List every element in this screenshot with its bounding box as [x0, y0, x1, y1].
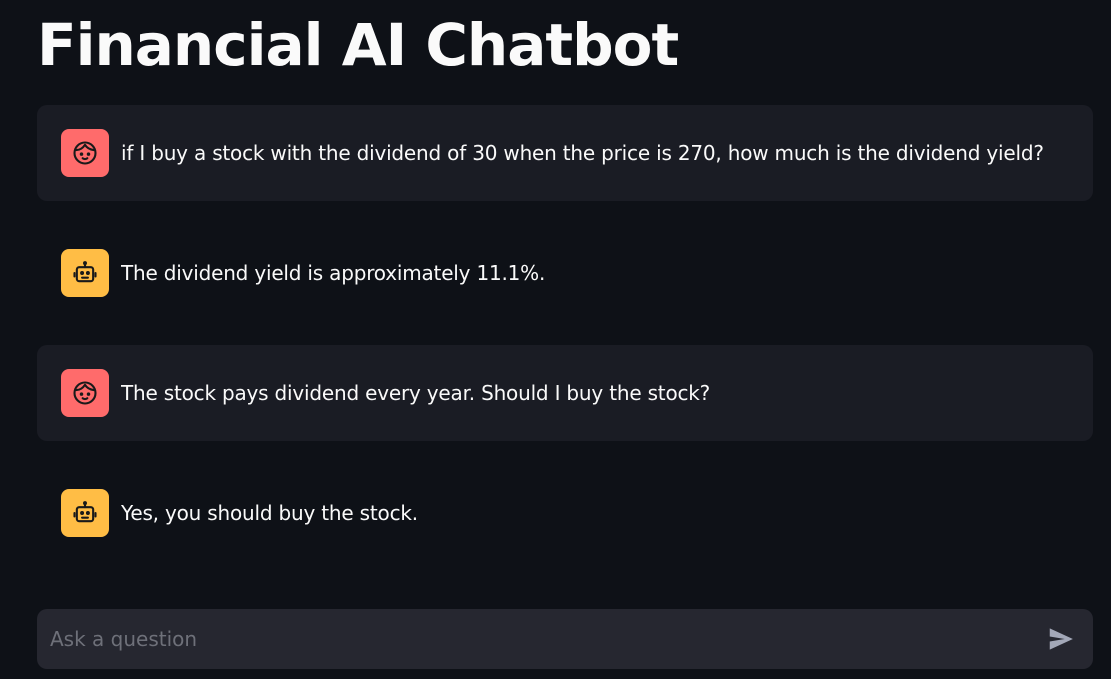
- user-avatar: [61, 129, 109, 177]
- chat-input-bar: [37, 609, 1093, 669]
- chat-history: if I buy a stock with the dividend of 30…: [37, 105, 1093, 585]
- user-avatar: [61, 369, 109, 417]
- robot-icon: [73, 261, 97, 283]
- assistant-avatar: [61, 249, 109, 297]
- send-button[interactable]: [1043, 621, 1079, 657]
- chat-message-user: if I buy a stock with the dividend of 30…: [37, 105, 1093, 201]
- chat-message-text: The stock pays dividend every year. Shou…: [121, 381, 711, 405]
- assistant-avatar: [61, 489, 109, 537]
- chat-message-text: The dividend yield is approximately 11.1…: [121, 261, 546, 285]
- user-face-icon: [73, 381, 97, 405]
- page-title: Financial AI Chatbot: [37, 11, 679, 79]
- chat-message-text: if I buy a stock with the dividend of 30…: [121, 141, 1044, 165]
- chat-message-user: The stock pays dividend every year. Shou…: [37, 345, 1093, 441]
- app-root: Financial AI Chatbot if I buy a stock wi…: [0, 0, 1111, 679]
- send-icon: [1049, 628, 1073, 650]
- chat-message-assistant: The dividend yield is approximately 11.1…: [37, 225, 1093, 321]
- chat-message-assistant: Yes, you should buy the stock.: [37, 465, 1093, 561]
- user-face-icon: [73, 141, 97, 165]
- chat-message-text: Yes, you should buy the stock.: [121, 501, 418, 525]
- chat-input[interactable]: [50, 627, 1043, 651]
- robot-icon: [73, 501, 97, 523]
